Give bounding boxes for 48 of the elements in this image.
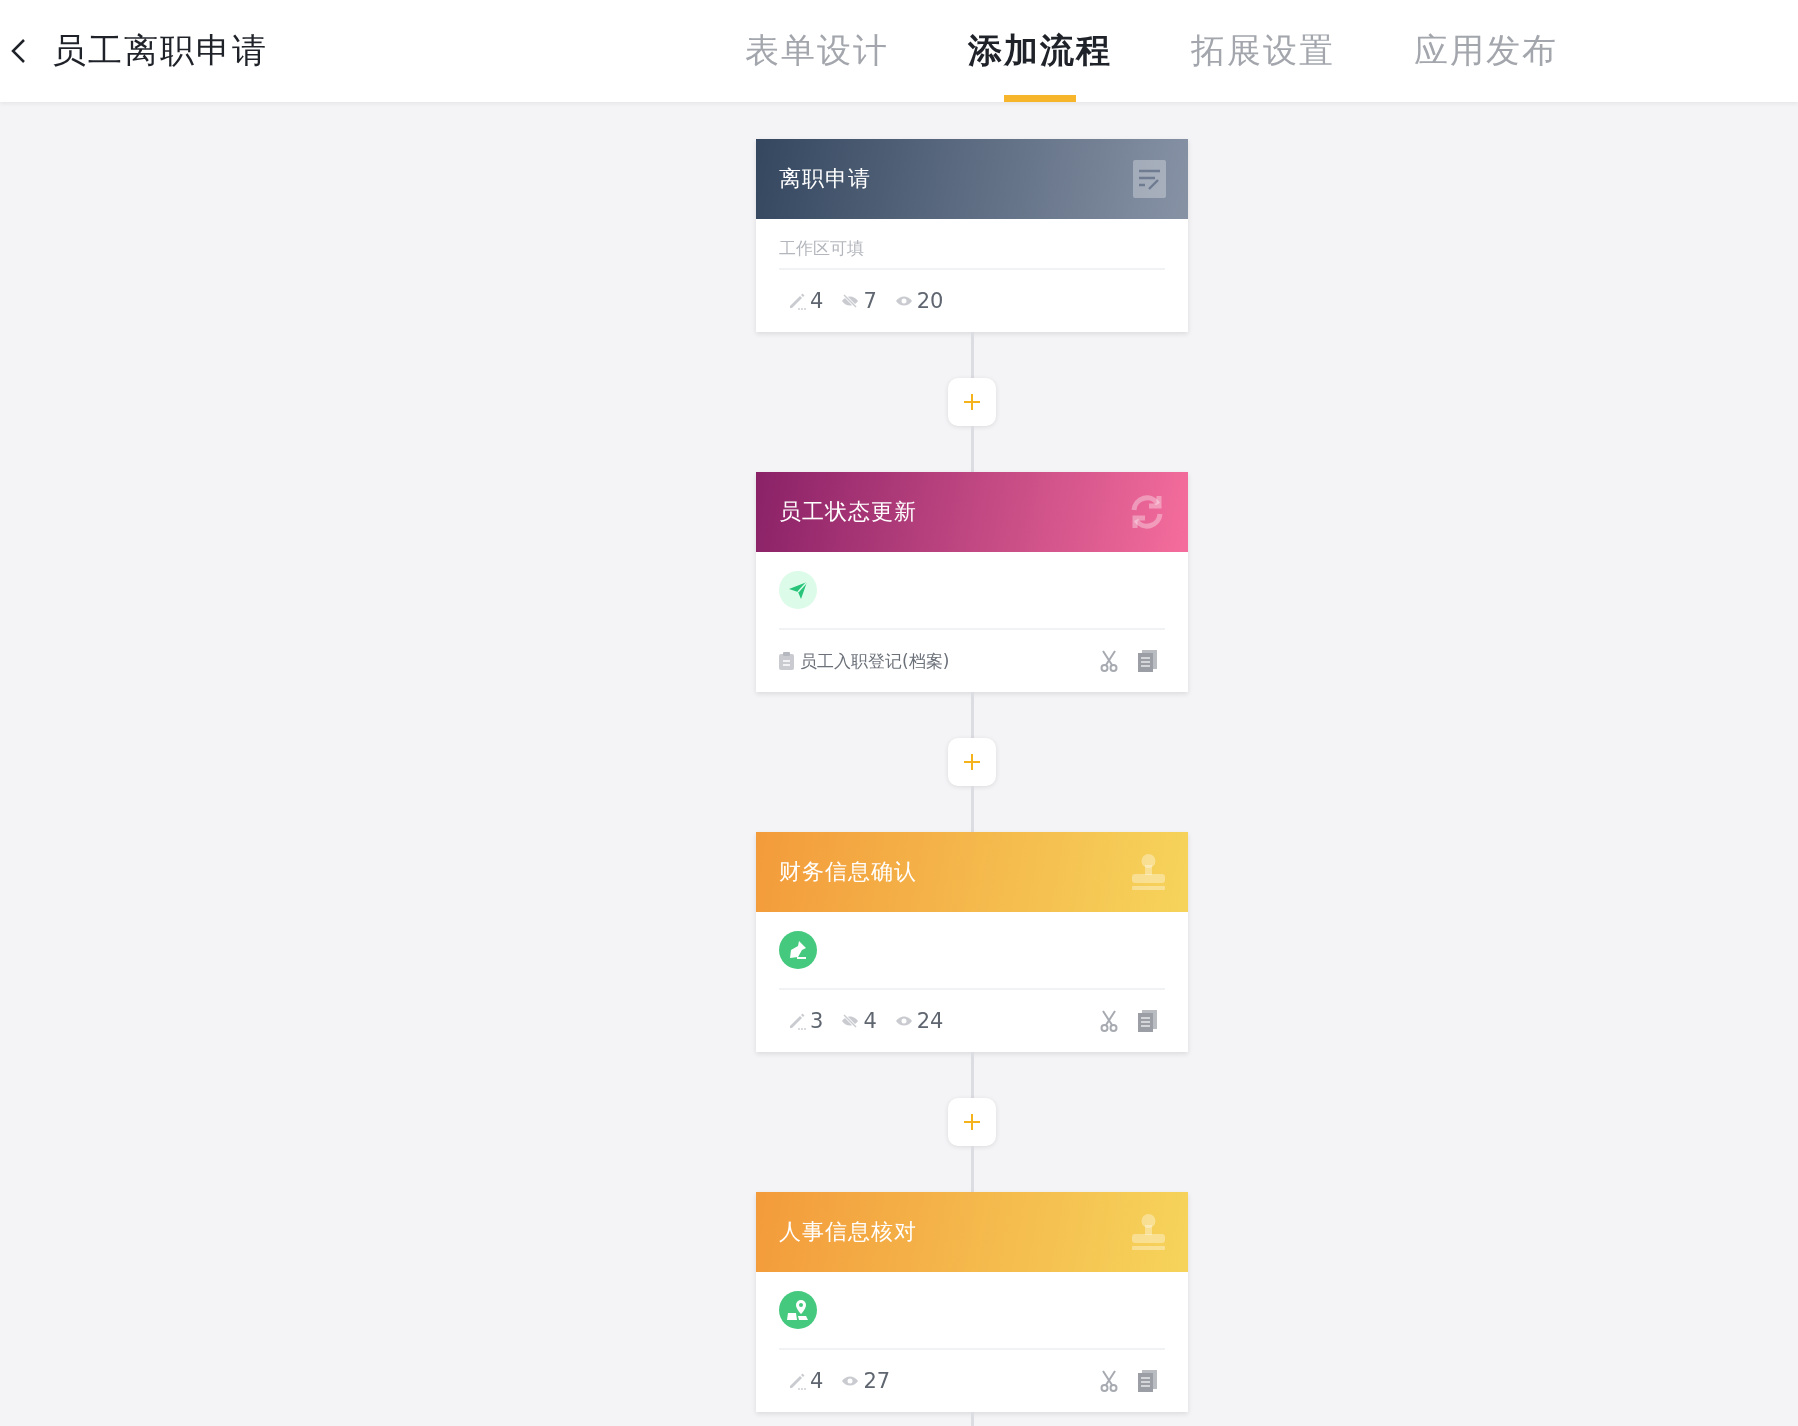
add-node-button[interactable] [948,378,996,426]
field-count: 7 [863,289,877,313]
field-count: 24 [916,1009,944,1033]
chevron-left-icon [10,38,26,64]
nav-tab[interactable]: 添加流程 [928,0,1151,102]
field-count: 4 [863,1009,877,1033]
copy-button[interactable] [1138,650,1157,672]
field-count: 4 [810,289,824,313]
cut-button[interactable] [1100,650,1118,672]
clipboard-icon [779,652,794,670]
pencil-icon [788,292,806,310]
add-node-button[interactable] [948,1098,996,1146]
node-hint: 工作区可填 [779,219,1165,270]
stamp-icon [1131,1213,1166,1251]
copy-button[interactable] [1138,1370,1157,1392]
pencil-icon [788,1372,806,1390]
process-node-card[interactable]: 财务信息确认 3 4 24 [756,832,1188,1052]
plus-icon [963,1113,981,1131]
plus-icon [963,393,981,411]
process-node-card[interactable]: 人事信息核对 4 27 [756,1192,1188,1412]
map-pin-badge [779,1291,817,1329]
node-title: 员工状态更新 [779,498,917,526]
plus-icon [963,753,981,771]
field-count: 20 [916,289,944,313]
pen-badge [779,931,817,969]
node-title: 离职申请 [779,165,871,193]
process-node-card[interactable]: 员工状态更新 员工入职登记(档案) [756,472,1188,692]
eye-slash-icon [841,1014,860,1028]
copy-button[interactable] [1138,1010,1157,1032]
add-node-button[interactable] [948,738,996,786]
node-title: 财务信息确认 [779,858,917,886]
field-count: 3 [810,1009,824,1033]
pencil-icon [788,1012,806,1030]
page-title: 员工离职申请 [52,29,268,72]
field-count: 4 [810,1369,824,1393]
process-node-card[interactable]: 离职申请 工作区可填 4 7 20 [756,139,1188,332]
eye-icon [894,1014,913,1028]
node-title: 人事信息核对 [779,1218,917,1246]
eye-icon [894,294,913,308]
form-icon [1133,160,1166,198]
cut-button[interactable] [1100,1370,1118,1392]
stamp-icon [1131,853,1166,891]
eye-icon [841,1374,860,1388]
field-count: 27 [863,1369,891,1393]
eye-slash-icon [841,294,860,308]
linked-form-name: 员工入职登记(档案) [800,649,950,673]
paper-plane-badge [779,571,817,609]
cut-button[interactable] [1100,1010,1118,1032]
